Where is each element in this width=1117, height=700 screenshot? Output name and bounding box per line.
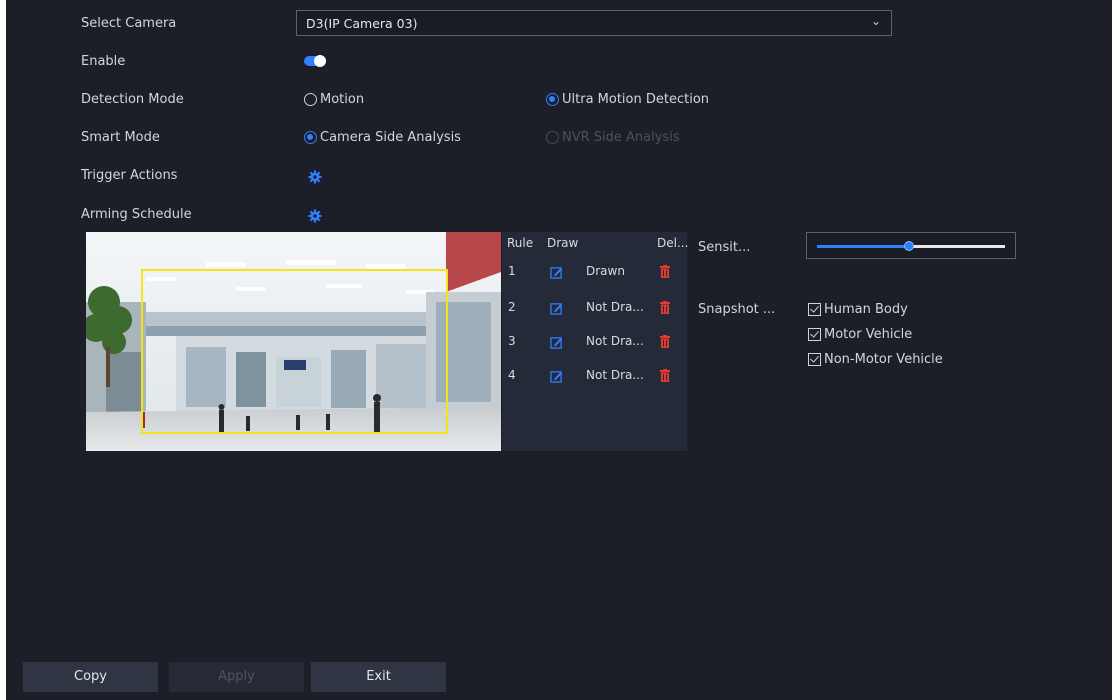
- checkbox-non-motor-vehicle[interactable]: Non-Motor Vehicle: [808, 352, 943, 367]
- toggle-knob: [314, 55, 326, 67]
- smart-mode-label: Smart Mode: [81, 130, 160, 145]
- trash-icon[interactable]: [660, 335, 670, 348]
- radio-motion-label: Motion: [320, 92, 365, 107]
- radio-selected-icon: [546, 93, 559, 106]
- trash-icon[interactable]: [660, 301, 670, 314]
- rule-number: 3: [508, 334, 516, 348]
- select-camera-value: D3(IP Camera 03): [306, 16, 418, 31]
- checkbox-non-motor-vehicle-label: Non-Motor Vehicle: [824, 352, 943, 367]
- header-delete: Del...: [657, 236, 689, 250]
- edit-icon[interactable]: [550, 370, 563, 383]
- header-draw: Draw: [547, 236, 579, 250]
- exit-button[interactable]: Exit: [311, 662, 446, 692]
- radio-nvr-side-analysis: NVR Side Analysis: [546, 130, 680, 145]
- radio-nvr-side-label: NVR Side Analysis: [562, 130, 680, 145]
- snapshot-label: Snapshot ...: [698, 302, 776, 317]
- rules-table: Rule Draw Del... 1 Drawn 2 Not Dra... 3 …: [502, 232, 689, 451]
- checkbox-motor-vehicle-label: Motor Vehicle: [824, 327, 913, 342]
- enable-toggle[interactable]: [304, 55, 326, 67]
- radio-circle-icon: [546, 131, 559, 144]
- radio-circle-icon: [304, 93, 317, 106]
- copy-button[interactable]: Copy: [23, 662, 158, 692]
- chevron-down-icon: ⌄: [870, 14, 881, 28]
- table-row[interactable]: 1 Drawn: [502, 261, 687, 283]
- rule-number: 2: [508, 300, 516, 314]
- table-row[interactable]: 2 Not Dra...: [502, 297, 687, 319]
- edit-icon[interactable]: [550, 266, 563, 279]
- camera-preview[interactable]: [86, 232, 501, 451]
- table-row[interactable]: 3 Not Dra...: [502, 331, 687, 353]
- detection-mode-label: Detection Mode: [81, 92, 184, 107]
- draw-status: Not Dra...: [586, 300, 644, 314]
- sensitivity-slider[interactable]: [806, 232, 1016, 259]
- camera-preview-image: [86, 232, 501, 451]
- checkbox-human-body-label: Human Body: [824, 302, 908, 317]
- edit-icon[interactable]: [550, 336, 563, 349]
- rule-number: 1: [508, 264, 516, 278]
- header-rule: Rule: [507, 236, 534, 250]
- radio-selected-icon: [304, 131, 317, 144]
- select-camera-label: Select Camera: [81, 16, 177, 31]
- checkbox-checked-icon: [808, 353, 821, 366]
- trigger-actions-label: Trigger Actions: [81, 168, 178, 183]
- rule-number: 4: [508, 368, 516, 382]
- draw-status: Drawn: [586, 264, 625, 278]
- smart-detection-settings-window: Select Camera D3(IP Camera 03) ⌄ Enable …: [6, 0, 1112, 700]
- checkbox-checked-icon: [808, 303, 821, 316]
- trash-icon[interactable]: [660, 369, 670, 382]
- radio-ultra-motion-label: Ultra Motion Detection: [562, 92, 710, 107]
- edit-icon[interactable]: [550, 302, 563, 315]
- checkbox-motor-vehicle[interactable]: Motor Vehicle: [808, 327, 912, 342]
- apply-button: Apply: [169, 662, 304, 692]
- select-camera-dropdown[interactable]: D3(IP Camera 03) ⌄: [296, 10, 892, 36]
- trash-icon[interactable]: [660, 265, 670, 278]
- radio-ultra-motion-detection[interactable]: Ultra Motion Detection: [546, 92, 709, 107]
- arming-schedule-label: Arming Schedule: [81, 207, 192, 222]
- enable-label: Enable: [81, 54, 126, 69]
- gear-icon[interactable]: [308, 170, 322, 184]
- radio-camera-side-analysis[interactable]: Camera Side Analysis: [304, 130, 461, 145]
- radio-motion[interactable]: Motion: [304, 92, 364, 107]
- checkbox-checked-icon: [808, 328, 821, 341]
- slider-thumb[interactable]: [904, 241, 915, 251]
- table-row[interactable]: 4 Not Dra...: [502, 365, 687, 387]
- slider-fill: [817, 245, 910, 248]
- rules-table-header: Rule Draw Del...: [502, 232, 689, 254]
- draw-status: Not Dra...: [586, 334, 644, 348]
- sensitivity-label: Sensit...: [698, 240, 751, 255]
- gear-icon[interactable]: [308, 209, 322, 223]
- draw-status: Not Dra...: [586, 368, 644, 382]
- radio-camera-side-label: Camera Side Analysis: [320, 130, 461, 145]
- checkbox-human-body[interactable]: Human Body: [808, 302, 908, 317]
